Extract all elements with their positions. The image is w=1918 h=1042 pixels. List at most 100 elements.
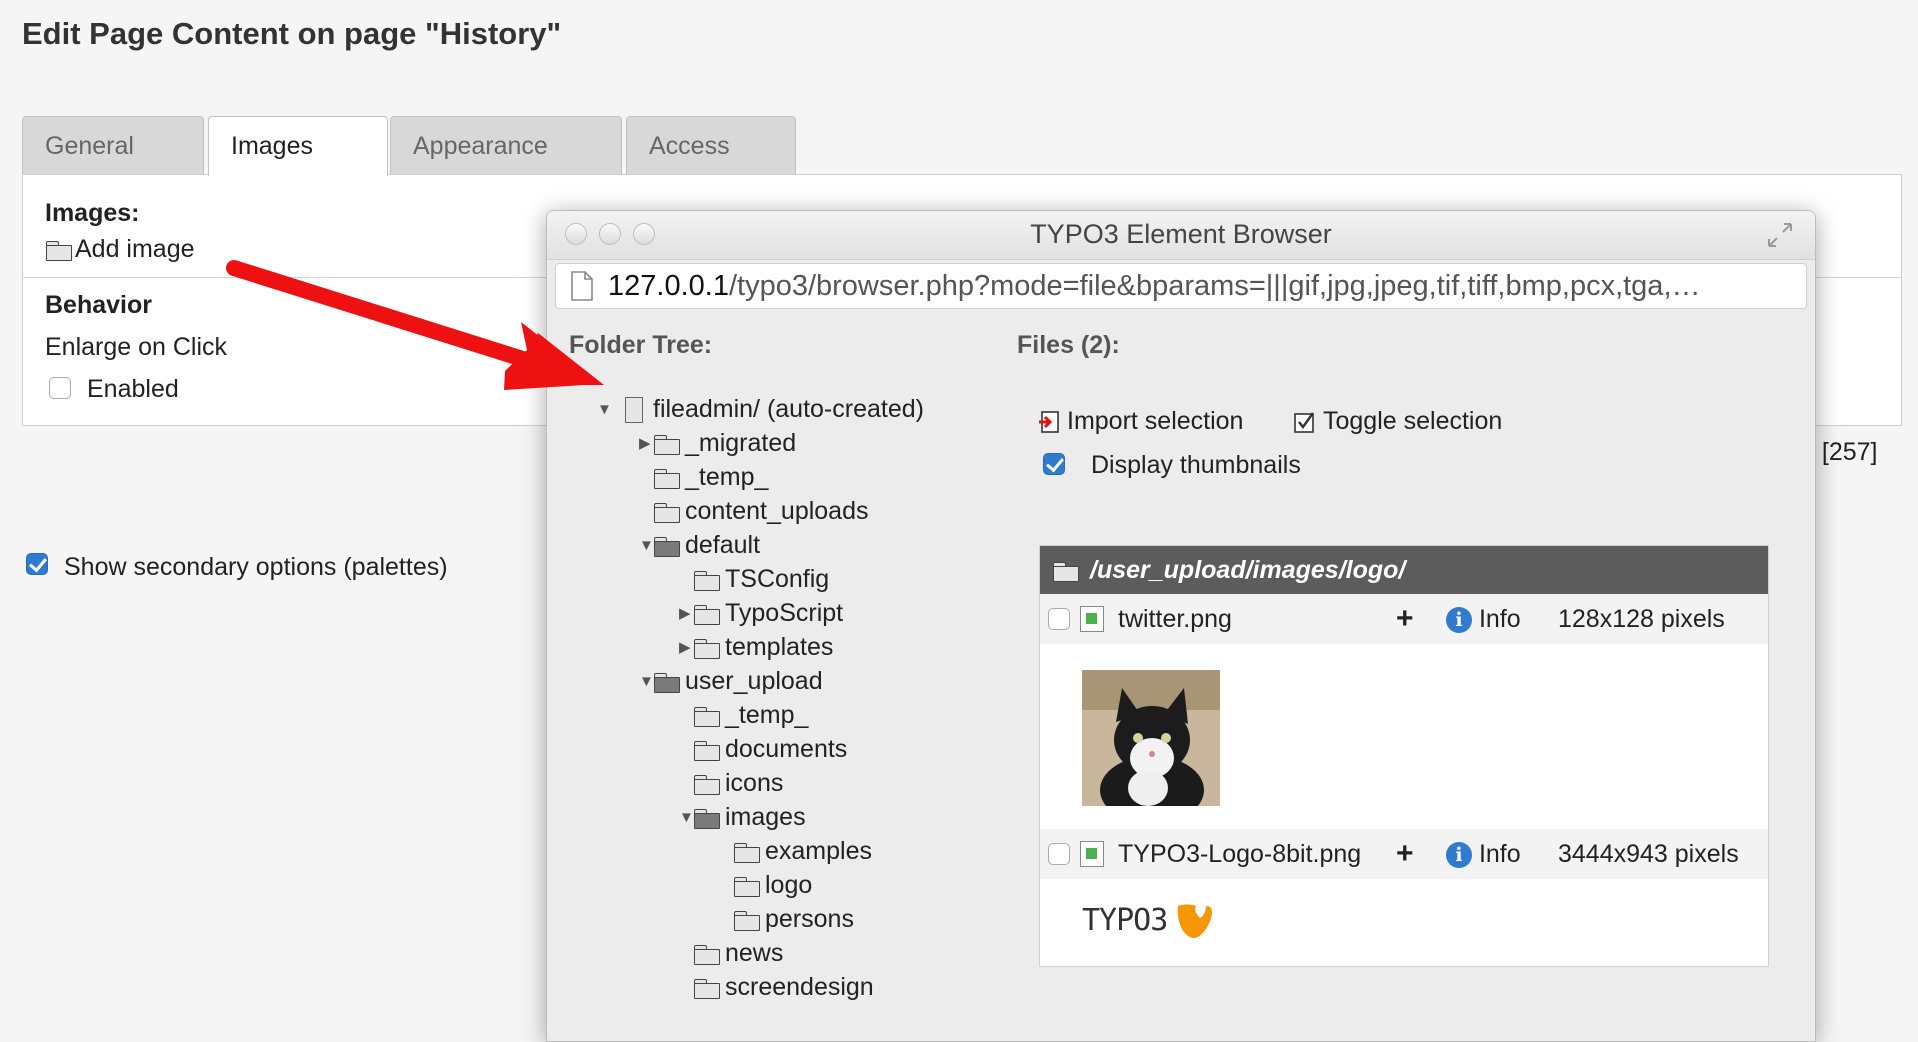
folder-icon — [693, 570, 721, 592]
add-file-plus-icon[interactable]: + — [1396, 829, 1414, 879]
tree-item-logo[interactable]: logo — [733, 869, 812, 901]
tree-item-fileadmin[interactable]: ▼ fileadmin/ (auto-created) — [597, 393, 924, 425]
file-row: TYPO3-Logo-8bit.png + i Info 3444x943 pi… — [1040, 829, 1768, 879]
tree-item-typoscript[interactable]: ▶ TypoScript — [679, 597, 843, 629]
file-info-button[interactable]: i Info — [1446, 829, 1521, 879]
tree-item-persons[interactable]: persons — [733, 903, 854, 935]
expand-triangle-icon[interactable]: ▶ — [679, 632, 693, 664]
page-title: Edit Page Content on page "History" — [22, 16, 562, 51]
folder-icon — [693, 604, 721, 626]
file-select-checkbox[interactable] — [1048, 843, 1070, 865]
tree-item-user-temp[interactable]: _temp_ — [693, 699, 808, 731]
tree-label: logo — [765, 871, 813, 899]
folder-tree-title: Folder Tree: — [569, 331, 713, 359]
collapse-triangle-icon[interactable]: ▼ — [679, 802, 694, 834]
file-name[interactable]: twitter.png — [1118, 594, 1232, 644]
tab-access[interactable]: Access — [626, 116, 796, 174]
images-section-title: Images: — [45, 199, 140, 227]
add-image-label: Add image — [75, 235, 195, 263]
image-file-icon — [1080, 606, 1104, 632]
info-label: Info — [1478, 840, 1521, 868]
tab-general[interactable]: General — [22, 116, 204, 174]
window-titlebar: TYPO3 Element Browser — [547, 211, 1815, 260]
kitten-thumbnail — [1082, 670, 1220, 806]
tree-label: documents — [725, 735, 848, 763]
enabled-label: Enabled — [87, 375, 179, 403]
tree-item-default[interactable]: ▼ default — [639, 529, 760, 561]
address-bar[interactable]: 127.0.0.1/typo3/browser.php?mode=file&bp… — [555, 263, 1807, 309]
tree-item-content-uploads[interactable]: content_uploads — [653, 495, 868, 527]
file-info-button[interactable]: i Info — [1446, 594, 1521, 644]
file-thumbnail-twitter[interactable] — [1082, 670, 1220, 806]
expand-triangle-icon[interactable]: ▶ — [679, 598, 693, 630]
file-select-checkbox[interactable] — [1048, 608, 1070, 630]
collapse-triangle-icon[interactable]: ▼ — [639, 666, 654, 698]
tab-images[interactable]: Images — [208, 116, 388, 176]
tree-label: TypoScript — [725, 599, 844, 627]
tree-item-migrated[interactable]: ▶ _migrated — [639, 427, 796, 459]
tree-item-tsconfig[interactable]: TSConfig — [693, 563, 829, 595]
folder-icon — [653, 434, 681, 456]
secondary-options-label: Show secondary options (palettes) — [64, 553, 448, 581]
tree-item-temp[interactable]: _temp_ — [653, 461, 768, 493]
tree-label: TSConfig — [725, 565, 830, 593]
file-dimensions: 128x128 pixels — [1558, 605, 1725, 633]
tree-item-screendesign[interactable]: screendesign — [693, 971, 874, 1003]
open-folder-icon — [653, 536, 681, 558]
file-name[interactable]: TYPO3-Logo-8bit.png — [1118, 829, 1361, 879]
folder-icon — [693, 740, 721, 762]
folder-icon — [693, 944, 721, 966]
file-list: /user_upload/images/logo/ twitter.png + … — [1039, 545, 1769, 967]
file-row: twitter.png + i Info 128x128 pixels — [1040, 594, 1768, 644]
typo3-logo-icon — [1177, 904, 1212, 938]
tree-label: content_uploads — [685, 497, 869, 525]
enlarge-on-click-label: Enlarge on Click — [45, 333, 228, 361]
collapse-triangle-icon[interactable]: ▼ — [639, 530, 654, 562]
display-thumbnails-checkbox[interactable] — [1043, 453, 1065, 475]
tab-appearance-label: Appearance — [413, 132, 548, 160]
tab-appearance[interactable]: Appearance — [390, 116, 622, 174]
add-file-plus-icon[interactable]: + — [1396, 594, 1414, 644]
tree-item-icons[interactable]: icons — [693, 767, 783, 799]
tree-label: icons — [725, 769, 784, 797]
tree-item-images[interactable]: ▼ images — [679, 801, 806, 833]
file-list-path: /user_upload/images/logo/ — [1090, 556, 1406, 584]
toggle-selection-button[interactable]: Toggle selection — [1293, 405, 1502, 437]
folder-icon — [653, 502, 681, 524]
folder-icon — [1052, 561, 1080, 583]
add-image-link[interactable]: Add image — [45, 235, 195, 267]
tab-access-label: Access — [649, 132, 730, 160]
file-dimensions: 3444x943 pixels — [1558, 840, 1739, 868]
tree-item-news[interactable]: news — [693, 937, 783, 969]
collapse-triangle-icon[interactable]: ▼ — [597, 394, 612, 426]
folder-icon — [693, 706, 721, 728]
open-folder-icon — [693, 808, 721, 830]
tree-item-examples[interactable]: examples — [733, 835, 872, 867]
typo3-logo-text: TYPO3 — [1082, 903, 1168, 938]
tree-item-templates[interactable]: ▶ templates — [679, 631, 833, 663]
secondary-options-checkbox[interactable] — [26, 553, 48, 575]
import-selection-button[interactable]: Import selection — [1039, 405, 1243, 437]
side-text: t [257] — [1808, 438, 1878, 466]
file-list-header: /user_upload/images/logo/ — [1040, 546, 1768, 594]
fullscreen-icon[interactable] — [1765, 220, 1795, 250]
url-host: 127.0.0.1 — [608, 270, 729, 302]
expand-triangle-icon[interactable]: ▶ — [639, 428, 653, 460]
info-icon: i — [1446, 607, 1472, 634]
tree-item-user-upload[interactable]: ▼ user_upload — [639, 665, 823, 697]
folder-icon — [733, 910, 761, 932]
storage-icon — [625, 397, 643, 424]
file-thumbnail-typo3-logo[interactable]: TYPO3 — [1082, 898, 1214, 944]
import-selection-label: Import selection — [1067, 407, 1244, 435]
tab-general-label: General — [45, 132, 134, 160]
enabled-checkbox[interactable] — [49, 377, 71, 399]
folder-icon — [733, 842, 761, 864]
behavior-section-title: Behavior — [45, 291, 152, 319]
folder-icon — [733, 876, 761, 898]
tree-item-documents[interactable]: documents — [693, 733, 847, 765]
element-browser-window: TYPO3 Element Browser 127.0.0.1/typo3/br… — [546, 210, 1816, 1042]
folder-icon — [693, 978, 721, 1000]
tree-label: _temp_ — [685, 463, 769, 491]
tree-label: persons — [765, 905, 854, 933]
folder-icon — [693, 774, 721, 796]
